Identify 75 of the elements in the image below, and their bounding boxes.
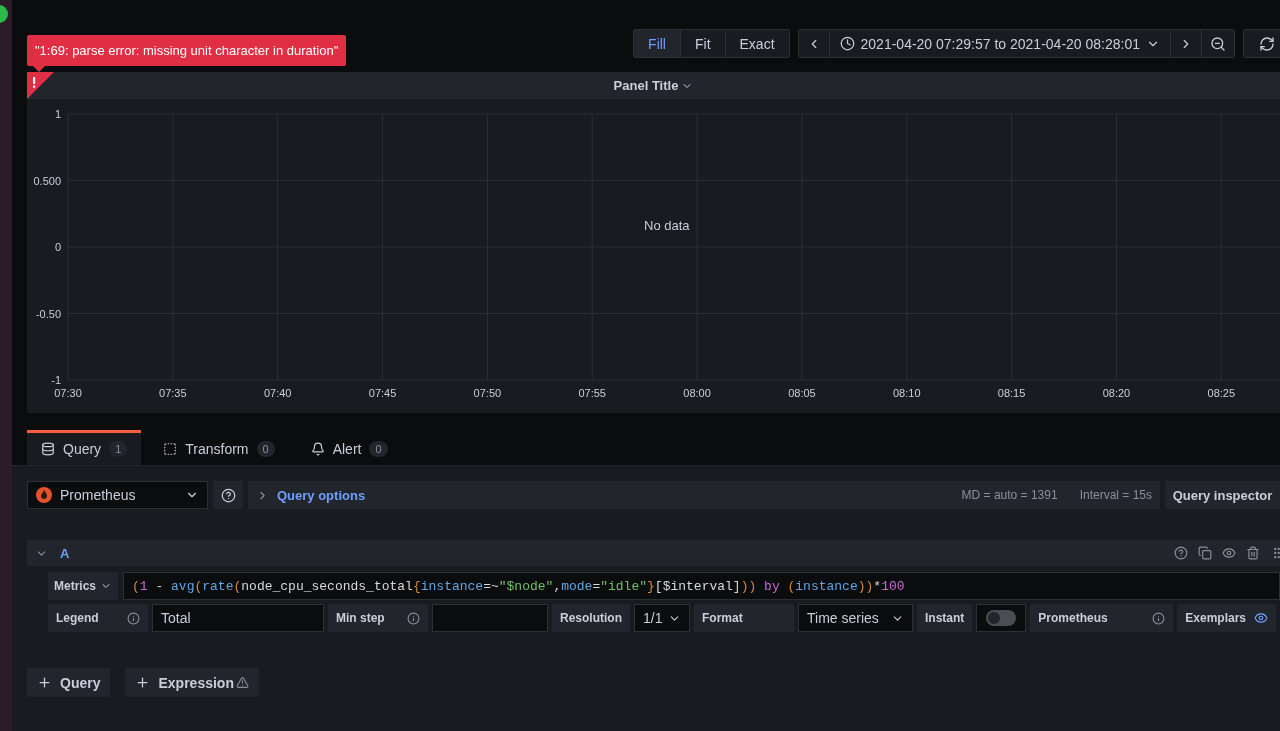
trash-icon (1246, 546, 1260, 560)
option-select[interactable]: Time series (798, 604, 913, 632)
query-options-toggle[interactable]: Query options (256, 487, 366, 503)
query-ref-name[interactable]: A (60, 545, 70, 561)
help-button[interactable] (213, 481, 243, 509)
x-axis-label: 08:05 (788, 387, 816, 399)
datasource-select[interactable]: Prometheus (27, 481, 208, 509)
option-input-field[interactable] (432, 604, 548, 632)
query-inspector-button[interactable]: Query inspector (1165, 481, 1280, 509)
y-axis-label: -0.50 (35, 307, 61, 320)
x-axis-label: 08:10 (893, 387, 921, 399)
y-axis-label: 0.500 (33, 174, 61, 187)
plus-icon (135, 675, 151, 690)
query-code-field[interactable]: (1 - avg(rate(node_cpu_seconds_total{instance=~"$node",mode="idle"}[$interval])) by (instance))*100 (123, 572, 1280, 600)
help-icon (220, 487, 236, 503)
duplicate-button[interactable] (1198, 546, 1212, 560)
editor-tab[interactable]: Query 1 (27, 430, 142, 465)
option-select[interactable]: 1/1 (634, 604, 690, 632)
plus-icon (37, 675, 52, 690)
warning-icon (235, 676, 249, 689)
metrics-button[interactable]: Metrics (48, 572, 118, 600)
x-axis-label: 08:25 (1207, 387, 1236, 399)
option-label: Exemplars (1185, 611, 1247, 625)
refresh-icon (1258, 35, 1275, 52)
editor-tab[interactable]: Transform 0 (149, 430, 289, 465)
help-button[interactable] (1174, 546, 1188, 560)
tab-count: 1 (109, 441, 128, 457)
option-label: Prometheus (1038, 611, 1108, 625)
add-button[interactable]: Query (27, 668, 111, 697)
zoom-out-icon (1210, 35, 1226, 52)
option-label: Legend (56, 611, 99, 625)
option-input-field[interactable]: Total (152, 604, 324, 632)
y-axis-label: -1 (51, 374, 61, 386)
x-axis-label: 07:50 (473, 387, 502, 399)
copy-icon (1198, 546, 1212, 560)
option-label: Instant (925, 611, 965, 625)
exemplars-toggle[interactable] (1254, 611, 1269, 625)
instant-switch[interactable] (986, 610, 1017, 626)
hide-button[interactable] (1222, 546, 1236, 560)
option-label: Resolution (560, 611, 622, 625)
option-label: Min step (336, 611, 385, 625)
x-axis-label: 07:55 (578, 387, 606, 399)
tab-count: 0 (256, 441, 275, 457)
no-data-message: No data (644, 218, 690, 233)
x-axis-label: 07:30 (54, 387, 82, 399)
add-button[interactable]: Expression (125, 668, 259, 697)
delete-button[interactable] (1246, 546, 1260, 560)
y-axis-label: 0 (54, 241, 61, 253)
info-icon (1152, 611, 1166, 625)
error-corner-icon[interactable] (27, 72, 54, 99)
clock-icon (839, 36, 855, 51)
option-label: Format (702, 611, 743, 625)
x-axis-label: 08:15 (997, 387, 1026, 399)
x-axis-label: 08:00 (683, 387, 711, 399)
error-message: "1:69: parse error: missing unit character in duration" (35, 43, 339, 58)
eye-icon (1254, 611, 1269, 625)
help-icon (1174, 546, 1188, 560)
display-mode-button[interactable]: Fill (634, 30, 681, 57)
max-data-points-text: MD = auto = 1391 (961, 488, 1058, 502)
eye-icon (1222, 546, 1236, 560)
x-axis-label: 07:35 (159, 387, 187, 399)
x-axis-label: 08:20 (1102, 387, 1131, 399)
y-axis-label: 1 (54, 108, 61, 120)
tab-count: 0 (369, 441, 388, 457)
editor-tab[interactable]: Alert 0 (296, 430, 407, 465)
flame-logo-icon (36, 487, 52, 503)
dashed-frame-icon (163, 442, 178, 456)
x-axis-label: 07:40 (263, 387, 292, 399)
x-axis-label: 07:45 (368, 387, 397, 399)
database-icon (41, 442, 55, 456)
panel-title[interactable]: Panel Title (607, 77, 700, 94)
info-icon (407, 611, 420, 625)
interval-text: Interval = 15s (1079, 488, 1152, 502)
info-icon (127, 611, 140, 625)
bell-icon (310, 442, 325, 456)
